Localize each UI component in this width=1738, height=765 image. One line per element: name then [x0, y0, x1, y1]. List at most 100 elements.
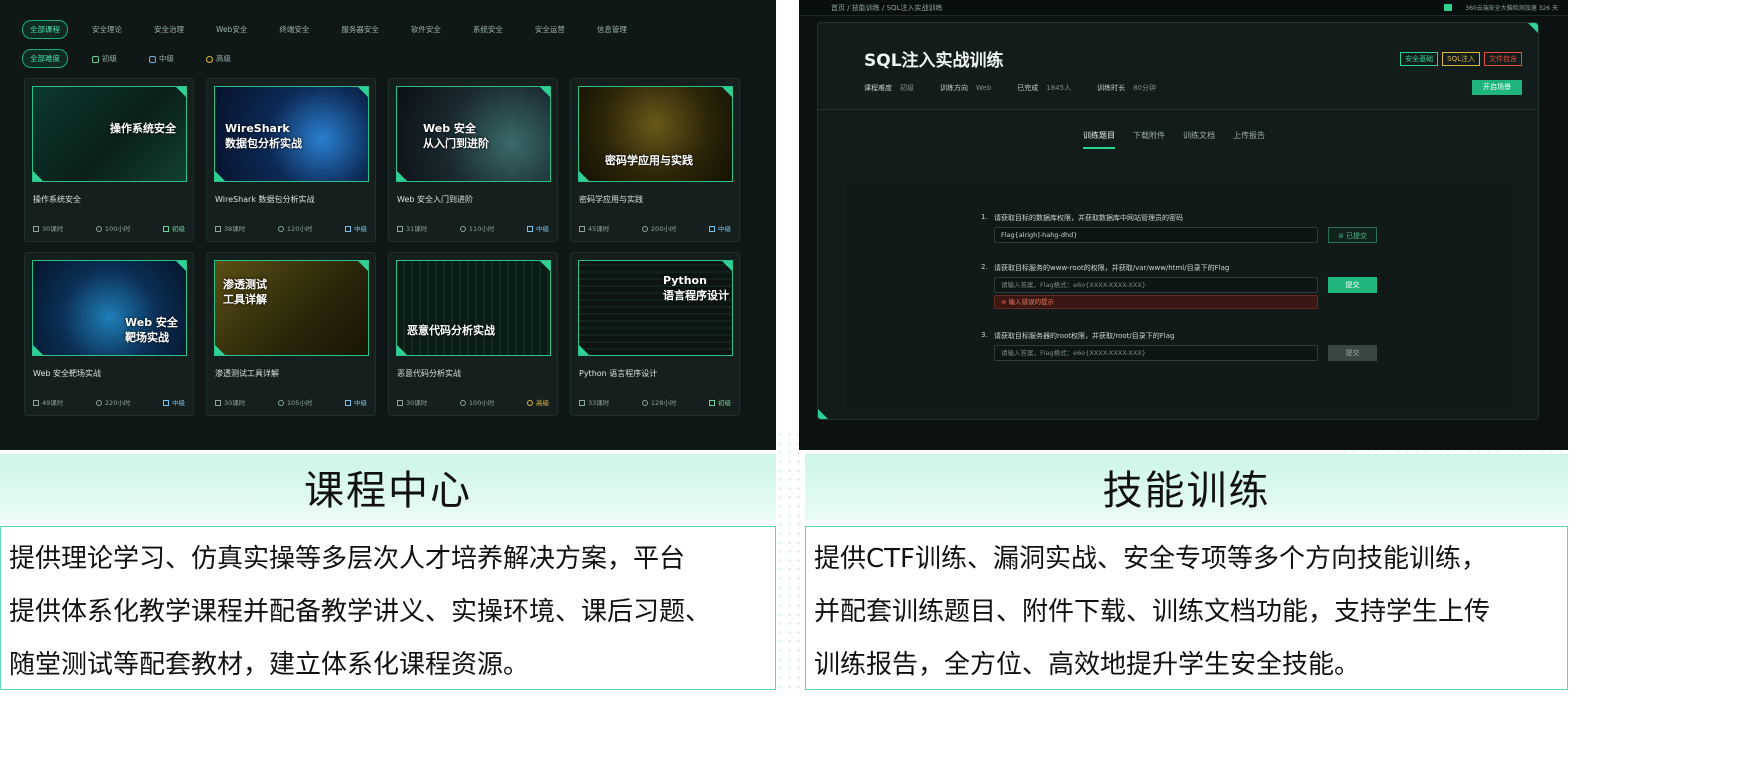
level-tab[interactable]: 初级 [84, 49, 125, 68]
level-tab[interactable]: 中级 [141, 49, 182, 68]
answer-input[interactable]: 请输入答案，Flag格式：e6o{XXXX-XXXX-XXX} [994, 277, 1318, 293]
course-title[interactable]: 恶意代码分析实战 [397, 368, 461, 379]
lesson-count: 49课时 [33, 397, 63, 407]
category-tab[interactable]: 安全治理 [146, 20, 192, 39]
page: 全部课程 安全理论 安全治理 Web安全 终端安全 服务器安全 软件安全 系统安全 安全运营 信息… [0, 0, 1568, 690]
corner-decoration [176, 87, 186, 97]
lessons-icon [33, 400, 39, 406]
course-card[interactable]: 密码学应用与实践 密码学应用与实践 45课时 200小时 中级 [570, 78, 740, 242]
level-text: 高级 [535, 399, 549, 407]
course-title[interactable]: Web 安全入门到进阶 [397, 194, 473, 205]
course-title[interactable]: 操作系统安全 [33, 194, 81, 205]
lesson-count-text: 33课时 [588, 399, 610, 407]
corner-decoration [397, 345, 407, 355]
course-thumbnail[interactable]: 渗透测试 工具详解 [214, 260, 369, 356]
tag-badge: 文件包含 [1484, 52, 1522, 66]
corner-decoration [358, 261, 368, 271]
category-tab[interactable]: 安全理论 [84, 20, 130, 39]
corner-decoration [33, 345, 43, 355]
info-value: 1845人 [1046, 84, 1072, 92]
course-thumbnail[interactable]: 操作系统安全 [32, 86, 187, 182]
course-title[interactable]: 渗透测试工具详解 [215, 368, 279, 379]
lesson-count-text: 30课时 [406, 399, 428, 407]
error-message: ⊗ 输入错误的提示 [994, 295, 1318, 309]
course-meta: 45课时 200小时 中级 [579, 223, 731, 233]
lessons-icon [579, 400, 585, 406]
submit-button[interactable]: 提交 [1328, 277, 1377, 293]
level-tab-label: 中级 [159, 54, 174, 63]
tab[interactable]: 上传报告 [1233, 130, 1265, 149]
lesson-count-text: 49课时 [42, 399, 64, 407]
level-badge: 中级 [344, 223, 367, 233]
info-label: 训练时长 [1097, 84, 1126, 92]
level-text: 中级 [171, 399, 185, 407]
course-card[interactable]: Web 安全 从入门到进阶 Web 安全入门到进阶 31课时 110小时 中级 [388, 78, 558, 242]
corner-decoration [579, 345, 589, 355]
category-tab[interactable]: 服务器安全 [333, 20, 387, 39]
course-card[interactable]: WireShark 数据包分析实战 WireShark 数据包分析实战 38课时 120… [206, 78, 376, 242]
category-tab[interactable]: 安全运营 [527, 20, 573, 39]
level-icon [92, 55, 99, 63]
level-badge: 初级 [162, 223, 185, 233]
lessons-icon [397, 400, 403, 406]
corner-decoration [722, 261, 732, 271]
category-tab[interactable]: 全部课程 [22, 20, 68, 39]
course-hours-text: 100小时 [104, 225, 131, 233]
info-item: 训练时长 80分钟 [1097, 83, 1156, 93]
breadcrumb[interactable]: 首页 / 技能训练 / SQL注入实战训练 [831, 3, 942, 13]
question-number: 2. [981, 263, 988, 271]
description-line: 提供理论学习、仿真实操等多层次人才培养解决方案，平台 [9, 544, 686, 574]
level-text: 初级 [171, 225, 185, 233]
clock-icon [641, 400, 648, 406]
submit-button[interactable]: ⊘ 已提交 [1328, 227, 1377, 243]
category-tab[interactable]: 系统安全 [465, 20, 511, 39]
course-title[interactable]: WireShark 数据包分析实战 [215, 194, 315, 205]
course-title[interactable]: 密码学应用与实践 [579, 194, 643, 205]
tag-badge: 安全基础 [1400, 52, 1439, 66]
thumbnail-title: Web 安全 靶场实战 [125, 316, 178, 344]
submit-button[interactable]: 提交 [1328, 345, 1377, 361]
course-title[interactable]: Web 安全靶场实战 [33, 368, 101, 379]
course-thumbnail[interactable]: 密码学应用与实践 [578, 86, 733, 182]
course-hours: 128小时 [641, 397, 677, 407]
lesson-count-text: 30课时 [224, 399, 246, 407]
course-hours: 100小时 [459, 397, 494, 407]
caption-skill-training: 技能训练 [805, 454, 1568, 520]
course-card[interactable]: 渗透测试 工具详解 渗透测试工具详解 30课时 105小时 中级 [206, 252, 376, 416]
course-title[interactable]: Python 语言程序设计 [579, 368, 657, 379]
corner-decoration [722, 87, 732, 97]
description-line: 并配套训练题目、附件下载、训练文档功能，支持学生上传 [814, 597, 1491, 627]
category-tab[interactable]: Web安全 [208, 20, 255, 39]
course-thumbnail[interactable]: Web 安全 从入门到进阶 [396, 86, 551, 182]
category-tab[interactable]: 软件安全 [403, 20, 449, 39]
course-card[interactable]: 恶意代码分析实战 恶意代码分析实战 30课时 100小时 高级 [388, 252, 558, 416]
divider [818, 109, 1538, 110]
tab[interactable]: 训练题目 [1083, 130, 1115, 149]
training-info: 课程难度 初级 训练方向 Web 已完成 1845人 训练时长 80分钟 [864, 83, 1156, 93]
answer-input[interactable]: Flag{alrigh]-hahg-dhd} [994, 227, 1318, 243]
tab[interactable]: 训练文档 [1183, 130, 1215, 149]
answer-input[interactable]: 请输入答案，Flag格式：e6o{XXXX-XXXX-XXX} [994, 345, 1318, 361]
level-badge: 中级 [162, 397, 185, 407]
course-center-description: 提供理论学习、仿真实操等多层次人才培养解决方案，平台 提供体系化教学课程并配备教… [0, 526, 776, 690]
level-icon [708, 400, 715, 406]
level-tab[interactable]: 高级 [198, 49, 239, 68]
course-thumbnail[interactable]: WireShark 数据包分析实战 [214, 86, 369, 182]
course-thumbnail[interactable]: Web 安全 靶场实战 [32, 260, 187, 356]
course-thumbnail[interactable]: Python 语言程序设计 [578, 260, 733, 356]
course-card[interactable]: 操作系统安全 操作系统安全 30课时 100小时 初级 [24, 78, 194, 242]
course-card[interactable]: Web 安全 靶场实战 Web 安全靶场实战 49课时 220小时 中级 [24, 252, 194, 416]
course-hours-text: 128小时 [650, 399, 677, 407]
thumbnail-title: 密码学应用与实践 [605, 154, 693, 167]
thumbnail-title: Python 语言程序设计 [663, 274, 729, 302]
course-thumbnail[interactable]: 恶意代码分析实战 [396, 260, 551, 356]
lesson-count-text: 30课时 [42, 225, 64, 233]
category-tab[interactable]: 终端安全 [271, 20, 317, 39]
question-text: 请获取目标的数据库权限，并获取数据库中网站管理员的密码 [994, 214, 1183, 222]
start-scene-button[interactable]: 开启场景 [1472, 80, 1522, 95]
level-tab-label: 高级 [216, 54, 231, 63]
course-card[interactable]: Python 语言程序设计 Python 语言程序设计 33课时 128小时 初级 [570, 252, 740, 416]
level-tab[interactable]: 全部难度 [22, 49, 68, 68]
tab[interactable]: 下载附件 [1133, 130, 1165, 149]
category-tab[interactable]: 信息管理 [589, 20, 635, 39]
